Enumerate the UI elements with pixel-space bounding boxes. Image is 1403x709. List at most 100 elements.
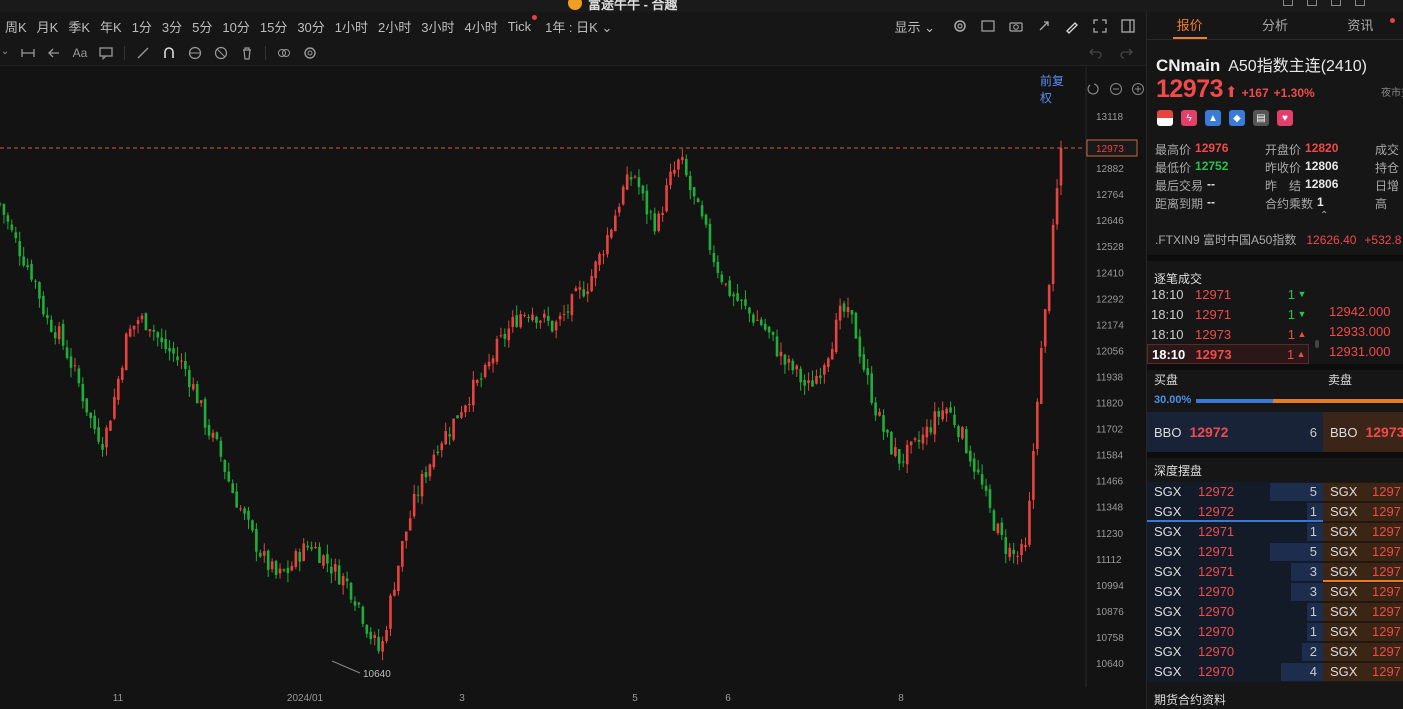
pen-draw-icon[interactable] <box>1064 18 1080 34</box>
depth-bid-row[interactable]: SGX 12971 5 <box>1147 542 1323 562</box>
range-measure-icon[interactable] <box>20 45 36 61</box>
depth-bid-row[interactable]: SGX 12970 1 <box>1147 602 1323 622</box>
depth-bid-row[interactable]: SGX 12970 1 <box>1147 622 1323 642</box>
candle-body <box>732 294 735 297</box>
display-dropdown[interactable]: 显示 ⌄ <box>889 17 940 36</box>
symbol: CNmain <box>1156 56 1221 75</box>
timeframe-5[interactable]: 3分 <box>157 17 187 36</box>
range-selector[interactable]: 1年 : 日K ⌄ <box>540 17 617 36</box>
draw-settings-gear-icon[interactable] <box>302 45 318 61</box>
y-tick-label: 12882 <box>1096 164 1124 175</box>
timeframe-12[interactable]: 3小时 <box>416 17 459 36</box>
candle-body <box>562 313 566 315</box>
candle-body <box>570 294 574 316</box>
trash-icon[interactable] <box>239 45 255 61</box>
fullscreen-icon[interactable] <box>1092 18 1108 34</box>
back-arrow-icon[interactable] <box>46 45 62 61</box>
depth-bid-row[interactable]: SGX 12970 4 <box>1147 662 1323 682</box>
reset-icon[interactable] <box>1086 81 1102 97</box>
depth-ask-row[interactable]: SGX 1297 <box>1323 542 1403 562</box>
depth-bid-row[interactable]: SGX 12970 2 <box>1147 642 1323 662</box>
depth-ask-row[interactable]: SGX 1297 <box>1323 642 1403 662</box>
depth-ask-row[interactable]: SGX 1297 <box>1323 502 1403 522</box>
futures-info-title[interactable]: 期货合约资料 <box>1154 691 1226 708</box>
layout-icon[interactable] <box>980 18 996 34</box>
sidebar-toggle-icon[interactable] <box>1120 18 1136 34</box>
candle-body <box>972 458 976 472</box>
camera-icon[interactable] <box>1008 18 1024 34</box>
minimize-icon[interactable] <box>1331 0 1341 6</box>
kline-chart[interactable]: 13118 12882 12764 12646 12528 12410 12292 12174… <box>0 67 1146 709</box>
depth-ask-row[interactable]: SGX 1297 <box>1323 522 1403 542</box>
depth-ask-row[interactable]: SGX 1297 <box>1323 622 1403 642</box>
zoom-out-icon[interactable] <box>1108 81 1124 97</box>
candle-body <box>298 552 302 562</box>
tab-analysis[interactable]: 分析 <box>1232 12 1317 39</box>
depth-ask-row[interactable]: SGX 1297 <box>1323 662 1403 682</box>
timeframe-3[interactable]: 年K <box>95 17 127 36</box>
share-icon[interactable] <box>1036 18 1052 34</box>
candle-body <box>1051 224 1055 285</box>
depth-ask-row[interactable]: SGX 1297 <box>1323 482 1403 502</box>
redo-icon[interactable] <box>1118 45 1134 61</box>
tab-news[interactable]: 资讯 <box>1318 12 1403 39</box>
bag-icon[interactable] <box>1307 0 1317 6</box>
tree-icon[interactable]: ▲ <box>1205 110 1221 126</box>
depth-bid-row[interactable]: SGX 12970 3 <box>1147 582 1323 602</box>
candle-body <box>523 314 526 316</box>
candle-body <box>791 360 795 371</box>
trades-scrollbar[interactable] <box>1315 340 1319 348</box>
eye-icon[interactable] <box>187 45 203 61</box>
timeframe-0[interactable]: 周K <box>0 17 32 36</box>
doc-icon[interactable]: ▤ <box>1253 110 1269 126</box>
menu-icon[interactable] <box>1283 0 1293 6</box>
settings-gear-icon[interactable] <box>952 18 968 34</box>
candle-body <box>1004 537 1008 554</box>
undo-icon[interactable] <box>1088 45 1104 61</box>
bbo-bid[interactable]: BBO 12972 6 <box>1147 412 1323 452</box>
timeframe-7[interactable]: 10分 <box>217 17 254 36</box>
timeframe-14[interactable]: Tick <box>503 14 538 34</box>
depth-bid-row[interactable]: SGX 12972 5 <box>1147 482 1323 502</box>
magnet-icon[interactable] <box>161 45 177 61</box>
timeframe-6[interactable]: 5分 <box>187 17 217 36</box>
candle-body <box>278 568 282 574</box>
y-tick-label: 11584 <box>1096 451 1124 462</box>
timeframe-4[interactable]: 1分 <box>127 17 157 36</box>
tag-icon[interactable]: ◆ <box>1229 110 1245 126</box>
timeframe-8[interactable]: 15分 <box>255 17 292 36</box>
tab-quote[interactable]: 报价 <box>1147 12 1232 39</box>
candle-body <box>53 332 57 339</box>
depth-ask-row[interactable]: SGX 1297 <box>1323 602 1403 622</box>
depth-bid-row[interactable]: SGX 12971 1 <box>1147 522 1323 542</box>
candle-body <box>700 205 704 217</box>
favorite-heart-icon[interactable]: ♥ <box>1277 110 1293 126</box>
timeframe-13[interactable]: 4小时 <box>460 17 503 36</box>
zoom-in-icon[interactable] <box>1130 81 1146 97</box>
hide-icon[interactable] <box>213 45 229 61</box>
y-tick-label: 11112 <box>1096 555 1122 566</box>
line-tool-icon[interactable] <box>135 45 151 61</box>
depth-bid-row[interactable]: SGX 12972 1 <box>1147 502 1323 522</box>
timeframe-9[interactable]: 30分 <box>292 17 329 36</box>
up-triangle-icon: ▲ <box>1296 349 1306 359</box>
kline-svg[interactable]: 13118 12882 12764 12646 12528 12410 12292 12174… <box>0 67 1146 709</box>
depth-ask-row[interactable]: SGX 1297 <box>1323 582 1403 602</box>
adjust-selector[interactable]: 前复权 <box>1040 72 1072 106</box>
index-row[interactable]: .FTXIN9 富时中国A50指数 12626.40 +532.8 <box>1155 231 1401 248</box>
candle-body <box>704 214 708 225</box>
bbo-ask[interactable]: BBO 12973 <box>1323 412 1403 452</box>
timeframe-2[interactable]: 季K <box>63 17 95 36</box>
depth-bid-row[interactable]: SGX 12971 3 <box>1147 562 1323 582</box>
timeframe-11[interactable]: 2小时 <box>373 17 416 36</box>
collapse-chevron-icon[interactable]: ⌃ <box>1320 210 1328 221</box>
maximize-icon[interactable] <box>1355 0 1365 6</box>
depth-ask-row[interactable]: SGX 1297 <box>1323 562 1403 582</box>
trend-icon[interactable]: ϟ <box>1181 110 1197 126</box>
compare-icon[interactable] <box>276 45 292 61</box>
timeframe-1[interactable]: 月K <box>32 17 64 36</box>
text-tool-icon[interactable]: Aa <box>72 45 88 61</box>
arrow-down-icon[interactable] <box>0 45 10 61</box>
comment-icon[interactable] <box>98 45 114 61</box>
timeframe-10[interactable]: 1小时 <box>330 17 373 36</box>
